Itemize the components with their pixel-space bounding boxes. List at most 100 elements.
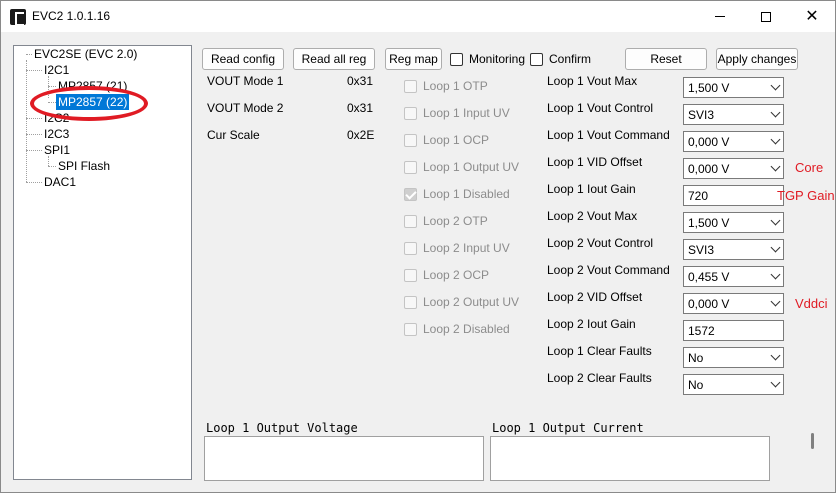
loop-1-vout-max-select[interactable]: 1,500 V (683, 77, 784, 98)
loop-1-vid-offset-select[interactable]: 0,000 V (683, 158, 784, 179)
chevron-down-icon[interactable] (767, 221, 783, 224)
chevron-down-icon[interactable] (767, 113, 783, 116)
read-config-button[interactable]: Read config (202, 48, 284, 70)
loop-1-vout-control-label: Loop 1 Vout Control (547, 101, 654, 115)
annotation-ellipse (30, 86, 148, 121)
loop-2-input-uv-checkbox: Loop 2 Input UV (404, 241, 510, 255)
loop-1-vout-control-select[interactable]: SVI3 (683, 104, 784, 125)
voltage-chart-title: Loop 1 Output Voltage (206, 421, 358, 435)
loop-2-clear-faults-label: Loop 2 Clear Faults (547, 371, 652, 385)
tree-line (26, 182, 42, 183)
tree-item-spi1[interactable]: SPI1 (44, 142, 70, 158)
select-value: 0,000 V (688, 161, 730, 176)
annotation-core: Core (795, 160, 824, 175)
maximize-icon (761, 11, 771, 22)
chevron-down-icon[interactable] (767, 383, 783, 386)
annotation-vddci: Vddci (795, 296, 828, 311)
loop-2-vid-offset-select[interactable]: 0,000 V (683, 293, 784, 314)
loop-1-vid-offset-label: Loop 1 VID Offset (547, 155, 643, 169)
select-value: 0,000 V (688, 134, 730, 149)
close-button[interactable]: ✕ (789, 1, 835, 32)
chevron-down-icon[interactable] (767, 167, 783, 170)
monitoring-checkbox[interactable]: Monitoring (450, 52, 525, 66)
loop-1-iout-gain-label: Loop 1 Iout Gain (547, 182, 636, 196)
select-value: 0,000 V (688, 296, 730, 311)
tree-item-dac1[interactable]: DAC1 (44, 174, 76, 190)
loop-2-vout-command-select[interactable]: 0,455 V (683, 266, 784, 287)
chevron-down-icon[interactable] (767, 248, 783, 251)
title-bar: EVC2 1.0.1.16 ✕ (1, 1, 835, 32)
checkbox-box (404, 133, 417, 147)
confirm-checkbox[interactable]: Confirm (530, 52, 591, 66)
loop-2-vid-offset-label: Loop 2 VID Offset (547, 290, 643, 304)
vout-mode-1-label: VOUT Mode 1 (207, 74, 284, 88)
tree-line (26, 134, 42, 135)
scrollbar-thumb[interactable] (811, 433, 814, 449)
loop-1-otp-label: Loop 1 OTP (423, 79, 488, 93)
checkbox-box (404, 322, 417, 336)
confirm-checkbox-box[interactable] (530, 52, 543, 66)
current-chart-title: Loop 1 Output Current (492, 421, 644, 435)
loop-1-output-uv-label: Loop 1 Output UV (423, 160, 520, 174)
input-value: 720 (688, 188, 709, 203)
minimize-icon (715, 16, 725, 17)
tree-line (26, 150, 42, 151)
loop-1-iout-gain-input[interactable]: 720 (683, 185, 784, 206)
loop-2-disabled-label: Loop 2 Disabled (423, 322, 510, 336)
checkbox-box (404, 160, 417, 174)
apply-changes-button[interactable]: Apply changes (716, 48, 798, 70)
tree-line (26, 60, 27, 182)
loop-2-clear-faults-select[interactable]: No (683, 374, 784, 395)
chevron-down-icon[interactable] (767, 275, 783, 278)
loop-1-clear-faults-select[interactable]: No (683, 347, 784, 368)
tree-line (48, 86, 56, 87)
tree-item-i2c3[interactable]: I2C3 (44, 126, 69, 142)
loop-1-ocp-checkbox: Loop 1 OCP (404, 133, 489, 147)
voltage-chart (204, 436, 484, 481)
cur-scale-label: Cur Scale (207, 128, 260, 142)
cur-scale-value: 0x2E (347, 128, 375, 142)
loop-1-disabled-label: Loop 1 Disabled (423, 187, 510, 201)
tree-line (26, 118, 42, 119)
annotation-tgp-gain: TGP Gain (777, 188, 835, 203)
chevron-down-icon[interactable] (767, 86, 783, 89)
monitoring-checkbox-box[interactable] (450, 52, 463, 66)
loop-2-input-uv-label: Loop 2 Input UV (423, 241, 510, 255)
monitoring-label: Monitoring (469, 52, 526, 66)
input-value: 1572 (688, 323, 715, 338)
loop-2-vout-control-select[interactable]: SVI3 (683, 239, 784, 260)
checkbox-box (404, 295, 417, 309)
loop-2-iout-gain-input[interactable]: 1572 (683, 320, 784, 341)
tree-item-root[interactable]: EVC2SE (EVC 2.0) (34, 46, 137, 62)
chevron-down-icon[interactable] (767, 356, 783, 359)
select-value: SVI3 (688, 107, 715, 122)
loop-1-vout-command-select[interactable]: 0,000 V (683, 131, 784, 152)
loop-2-vout-max-select[interactable]: 1,500 V (683, 212, 784, 233)
loop-2-output-uv-checkbox: Loop 2 Output UV (404, 295, 519, 309)
loop-1-output-uv-checkbox: Loop 1 Output UV (404, 160, 519, 174)
tree-item-i2c1[interactable]: I2C1 (44, 62, 69, 78)
tree-item-spi-flash[interactable]: SPI Flash (58, 158, 110, 174)
chevron-down-icon[interactable] (767, 302, 783, 305)
loop-2-otp-label: Loop 2 OTP (423, 214, 488, 228)
checkbox-box (404, 268, 417, 282)
select-value: SVI3 (688, 242, 715, 257)
reset-button[interactable]: Reset (625, 48, 707, 70)
loop-1-otp-checkbox: Loop 1 OTP (404, 79, 488, 93)
loop-1-ocp-label: Loop 1 OCP (423, 133, 490, 147)
select-value: 1,500 V (688, 215, 730, 230)
tree-line (26, 54, 32, 55)
vout-mode-2-value: 0x31 (347, 101, 374, 115)
checkbox-box (404, 79, 417, 93)
loop-2-vout-command-label: Loop 2 Vout Command (547, 263, 670, 277)
read-all-reg-button[interactable]: Read all reg (293, 48, 375, 70)
current-chart (490, 436, 770, 481)
loop-2-ocp-label: Loop 2 OCP (423, 268, 490, 282)
minimize-button[interactable] (697, 1, 743, 32)
chevron-down-icon[interactable] (767, 140, 783, 143)
maximize-button[interactable] (743, 1, 789, 32)
select-value: No (688, 377, 704, 392)
select-value: No (688, 350, 704, 365)
reg-map-button[interactable]: Reg map (385, 48, 442, 70)
vertical-scrollbar[interactable] (806, 419, 820, 481)
